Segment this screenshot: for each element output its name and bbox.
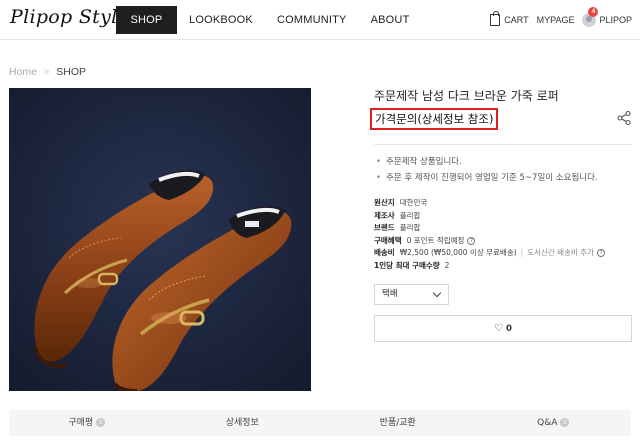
breadcrumb-separator-icon: > bbox=[44, 67, 50, 77]
spec-value: 2 bbox=[444, 260, 450, 270]
cart-icon[interactable] bbox=[490, 11, 501, 26]
tab-label: 반품/교환 bbox=[379, 418, 416, 428]
share-icon[interactable] bbox=[616, 110, 632, 126]
product-notes: 주문제작 상품입니다. 주문 후 제작이 진행되어 영업일 기준 5~7일이 소… bbox=[374, 154, 598, 186]
site-header: Plipop Style SHOP LOOKBOOK COMMUNITY ABO… bbox=[0, 0, 640, 40]
spec-brand: 브랜드 플리팝 bbox=[374, 222, 605, 235]
spec-value: 대한민국 bbox=[399, 198, 428, 207]
delivery-select[interactable]: 택배 bbox=[374, 284, 449, 305]
nav-shop[interactable]: SHOP bbox=[116, 6, 177, 34]
user-profile[interactable]: 4 PLIPOP bbox=[582, 7, 632, 27]
spec-label: 원산지 bbox=[374, 198, 395, 207]
heart-icon: ♡ bbox=[494, 323, 504, 334]
nav-about[interactable]: ABOUT bbox=[359, 6, 422, 34]
tab-label: 구매평 bbox=[68, 418, 94, 428]
divider bbox=[374, 144, 632, 145]
tab-returns[interactable]: 반품/교환 bbox=[320, 410, 476, 436]
spec-value: 0 포인트 적립예정 bbox=[406, 235, 465, 245]
breadcrumb-current: SHOP bbox=[56, 66, 87, 78]
spec-label: 1인당 최대 구매수량 bbox=[374, 260, 440, 270]
tab-label: Q&A bbox=[537, 418, 558, 428]
breadcrumb: Home > SHOP bbox=[9, 66, 86, 78]
notification-badge: 4 bbox=[588, 7, 599, 17]
delivery-select-value: 택배 bbox=[382, 289, 398, 299]
spec-value: 플리팝 bbox=[399, 210, 421, 220]
tab-qna[interactable]: Q&A 0 bbox=[476, 410, 632, 436]
question-icon[interactable]: ? bbox=[467, 236, 476, 245]
site-logo[interactable]: Plipop Style bbox=[10, 6, 129, 28]
product-specs: 원산지 대한민국 제조사 플리팝 브랜드 플리팝 구매혜택 0 포인트 적립예정… bbox=[374, 197, 606, 273]
spec-value: ₩2,500 (₩50,000 이상 무료배송) bbox=[399, 248, 517, 257]
tab-label: 상세정보 bbox=[225, 418, 259, 428]
product-title: 주문제작 남성 다크 브라운 가죽 로퍼 bbox=[374, 89, 559, 103]
note-item: 주문 후 제작이 진행되어 영업일 기준 5~7일이 소요됩니다. bbox=[374, 170, 598, 186]
shipping-extra: 도서산간 배송비 추가 bbox=[527, 248, 595, 257]
like-button[interactable]: ♡ 0 bbox=[374, 315, 632, 342]
spec-benefit: 구매혜택 0 포인트 적립예정 ? bbox=[374, 235, 605, 248]
cart-link[interactable]: CART bbox=[504, 15, 528, 25]
tab-details[interactable]: 상세정보 bbox=[165, 410, 321, 436]
tab-count: 0 bbox=[96, 418, 106, 427]
tab-count: 0 bbox=[560, 418, 570, 427]
spec-label: 제조사 bbox=[374, 210, 395, 220]
nav-lookbook[interactable]: LOOKBOOK bbox=[177, 6, 265, 34]
spec-value: 플리팝 bbox=[399, 223, 421, 232]
detail-tabs: 구매평 0 상세정보 반품/교환 Q&A 0 bbox=[9, 410, 631, 436]
user-name[interactable]: PLIPOP bbox=[599, 15, 632, 25]
user-menu: CART MYPAGE 4 PLIPOP bbox=[490, 0, 632, 40]
spec-max-quantity: 1인당 최대 구매수량 2 bbox=[374, 260, 605, 273]
product-price: 가격문의(상세정보 참조) bbox=[370, 108, 499, 130]
breadcrumb-home[interactable]: Home bbox=[9, 66, 37, 78]
main-nav: SHOP LOOKBOOK COMMUNITY ABOUT bbox=[116, 6, 422, 34]
spec-origin: 원산지 대한민국 bbox=[374, 197, 605, 210]
product-image[interactable] bbox=[9, 88, 311, 391]
spec-maker: 제조사 플리팝 bbox=[374, 210, 605, 223]
tab-reviews[interactable]: 구매평 0 bbox=[9, 410, 165, 436]
question-icon[interactable]: ? bbox=[597, 249, 606, 258]
note-item: 주문제작 상품입니다. bbox=[374, 154, 598, 170]
spec-shipping: 배송비 ₩2,500 (₩50,000 이상 무료배송) | 도서산간 배송비 … bbox=[374, 247, 606, 260]
product-info: 주문제작 남성 다크 브라운 가죽 로퍼 가격문의(상세정보 참조) 주문제작 … bbox=[370, 88, 632, 342]
like-count: 0 bbox=[506, 323, 512, 334]
spec-label: 구매혜택 bbox=[374, 235, 402, 245]
chevron-down-icon bbox=[432, 288, 442, 298]
spec-label: 배송비 bbox=[374, 248, 395, 257]
mypage-link[interactable]: MYPAGE bbox=[537, 15, 575, 25]
spec-label: 브랜드 bbox=[374, 223, 395, 232]
nav-community[interactable]: COMMUNITY bbox=[265, 6, 359, 34]
separator: | bbox=[520, 248, 524, 257]
